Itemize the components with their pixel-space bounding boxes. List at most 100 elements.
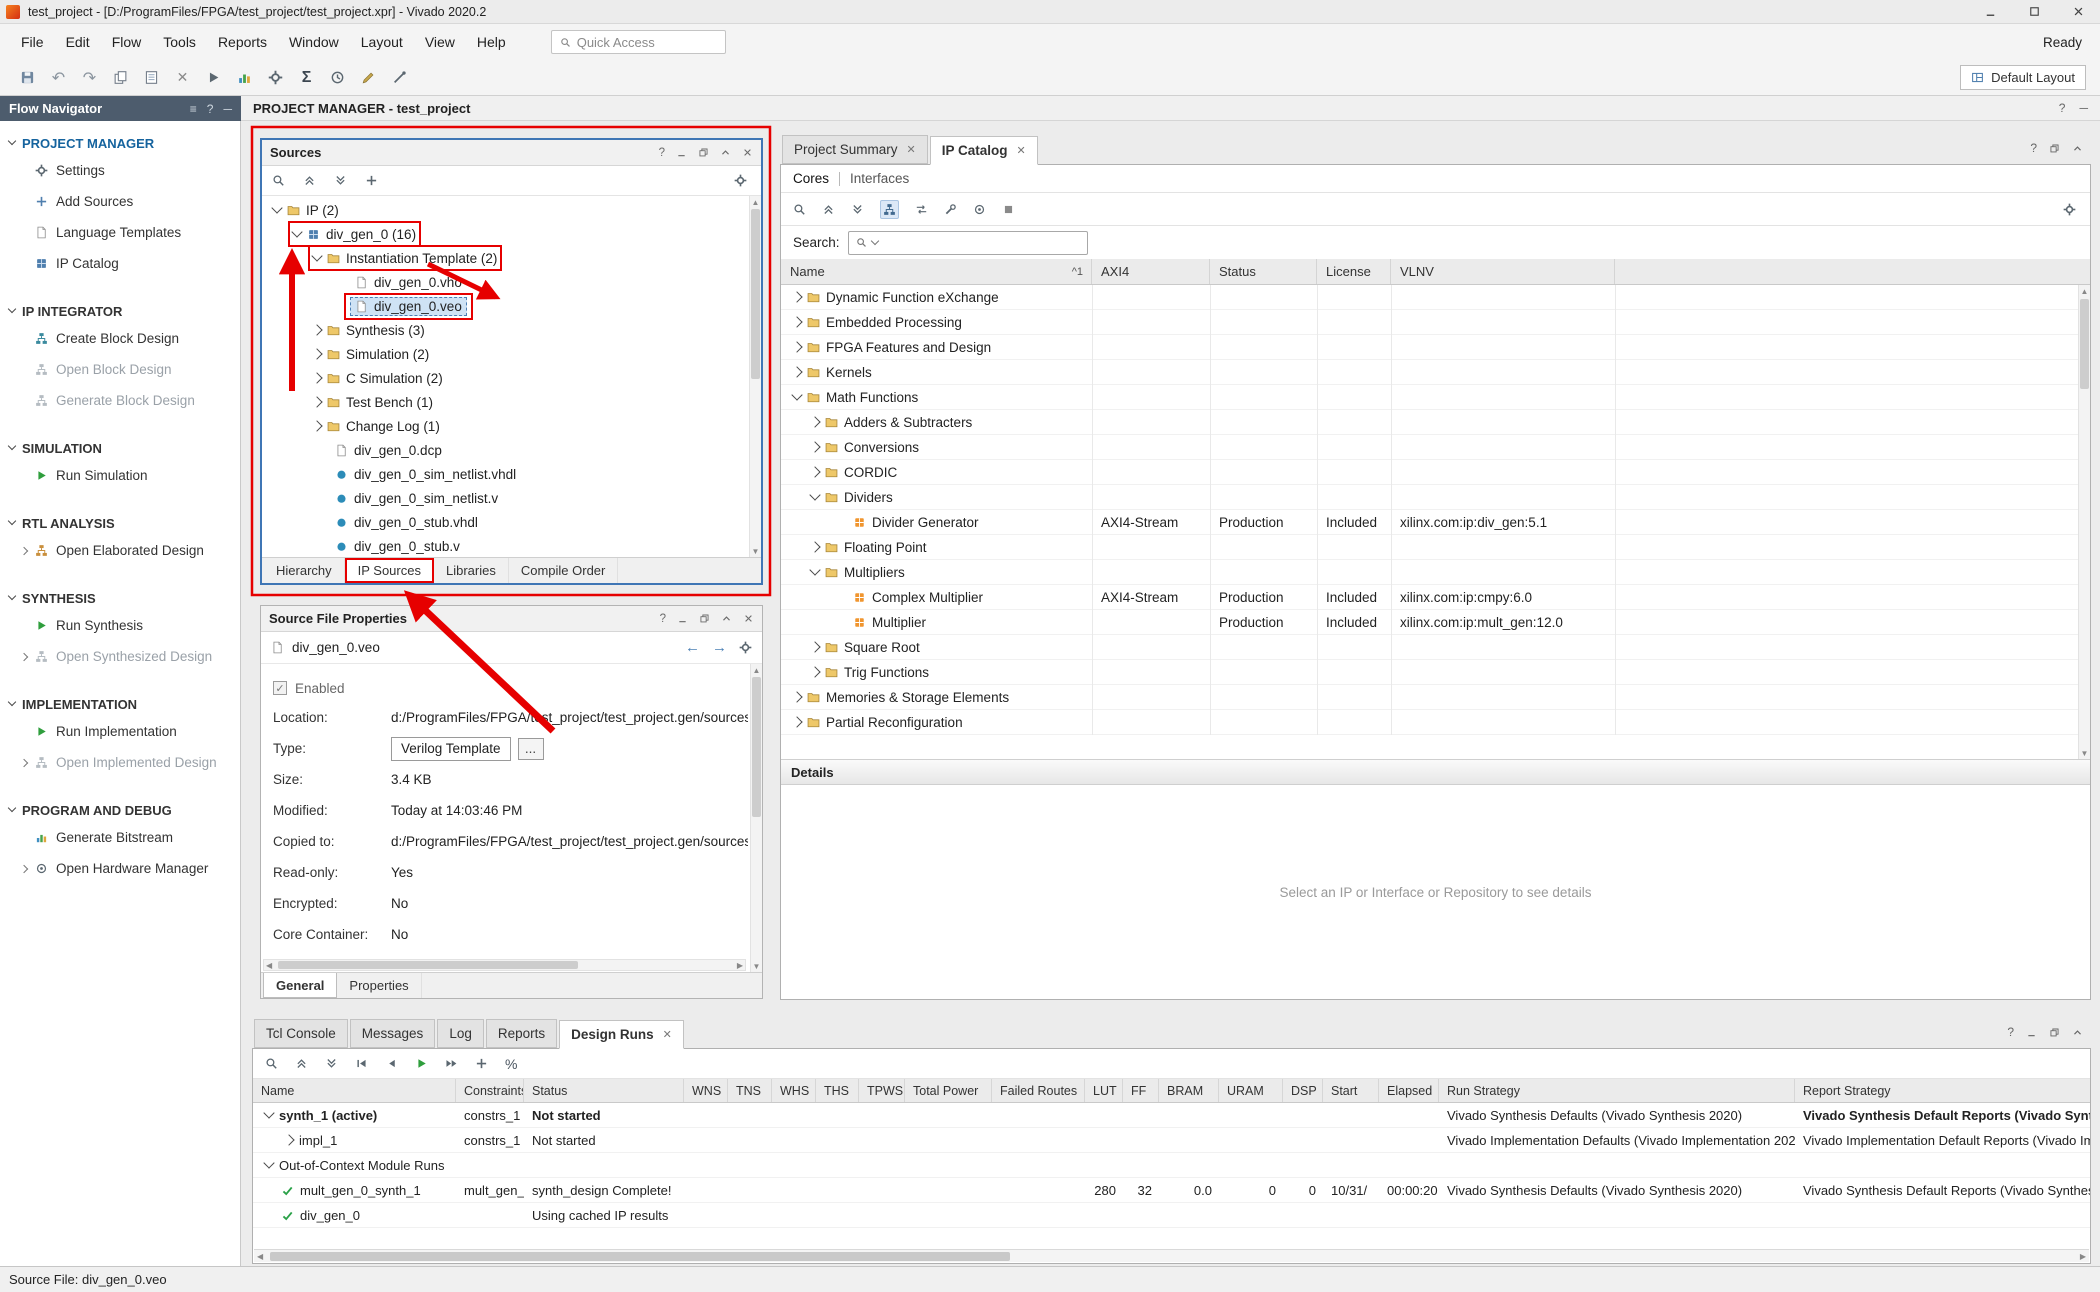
collapse-all-icon[interactable] (303, 174, 316, 187)
wrench-icon[interactable] (944, 203, 957, 216)
chevron-right-icon[interactable] (311, 396, 322, 407)
float-icon[interactable] (698, 147, 709, 158)
fast-forward-icon[interactable] (445, 1057, 458, 1070)
help-icon[interactable]: ? (660, 613, 666, 625)
chevron-right-icon[interactable] (791, 316, 802, 327)
column-failed-routes[interactable]: Failed Routes (992, 1079, 1085, 1102)
scroll-up-icon[interactable]: ▲ (2079, 285, 2090, 297)
settings-icon[interactable] (260, 64, 291, 92)
back-icon[interactable]: ← (685, 639, 700, 656)
search-icon[interactable] (272, 174, 285, 187)
column-total-power[interactable]: Total Power (905, 1079, 992, 1102)
chevron-right-icon[interactable] (791, 341, 802, 352)
catalog-row[interactable]: Partial Reconfiguration (781, 710, 2090, 735)
catalog-row-complex-multiplier[interactable]: Complex MultiplierAXI4-StreamProductionI… (781, 585, 2090, 610)
chevron-right-icon[interactable] (20, 652, 28, 660)
section-rtl-analysis[interactable]: RTL ANALYSIS (0, 511, 240, 535)
section-ip-integrator[interactable]: IP INTEGRATOR (0, 299, 240, 323)
column-dsp[interactable]: DSP (1283, 1079, 1323, 1102)
chevron-down-icon[interactable] (311, 250, 322, 261)
scroll-down-icon[interactable]: ▼ (750, 545, 761, 557)
redo-icon[interactable]: ↷ (74, 64, 105, 92)
close-icon[interactable] (742, 147, 753, 158)
section-program-and-debug[interactable]: PROGRAM AND DEBUG (0, 798, 240, 822)
minimize-icon[interactable] (677, 613, 688, 624)
tab-compile-order[interactable]: Compile Order (509, 558, 619, 583)
flownav-create-block-design[interactable]: Create Block Design (0, 323, 240, 354)
chart-icon[interactable] (229, 64, 260, 92)
catalog-row[interactable]: Memories & Storage Elements (781, 685, 2090, 710)
maximize-icon[interactable] (2012, 0, 2056, 23)
tree-item-div-gen-0-vho[interactable]: div_gen_0.vho (262, 270, 761, 294)
tree-item-test-bench[interactable]: Test Bench (1) (262, 390, 761, 414)
chevron-down-icon[interactable] (263, 1158, 274, 1169)
run-row-mult-gen-0-synth-1[interactable]: mult_gen_0_synth_1 mult_gen_0 synth_desi… (253, 1178, 2090, 1203)
chevron-right-icon[interactable] (311, 420, 322, 431)
flownav-run-simulation[interactable]: Run Simulation (0, 460, 240, 491)
float-icon[interactable] (699, 613, 710, 624)
chevron-down-icon[interactable] (870, 236, 878, 244)
enabled-checkbox[interactable]: ✓ (273, 681, 287, 695)
column-uram[interactable]: URAM (1219, 1079, 1283, 1102)
delete-icon[interactable]: ✕ (167, 64, 198, 92)
scroll-right-icon[interactable]: ▶ (2080, 1252, 2086, 1261)
undo-icon[interactable]: ↶ (43, 64, 74, 92)
sfp-horizontal-scrollbar[interactable]: ◀ ▶ (263, 959, 746, 971)
tree-item-div-gen-0[interactable]: div_gen_0 (16) (262, 222, 761, 246)
chevron-right-icon[interactable] (809, 666, 820, 677)
tab-ip-catalog[interactable]: IP Catalog✕ (930, 136, 1038, 165)
scroll-down-icon[interactable]: ▼ (2079, 747, 2090, 759)
chevron-right-icon[interactable] (311, 324, 322, 335)
column-elapsed[interactable]: Elapsed (1379, 1079, 1439, 1102)
collapse-icon[interactable] (2072, 143, 2083, 154)
column-wns[interactable]: WNS (684, 1079, 728, 1102)
chevron-right-icon[interactable] (311, 372, 322, 383)
chevron-right-icon[interactable] (283, 1134, 294, 1145)
flownav-run-synthesis[interactable]: Run Synthesis (0, 610, 240, 641)
column-vlnv[interactable]: VLNV (1391, 259, 1615, 284)
chevron-right-icon[interactable] (311, 348, 322, 359)
flownav-generate-bitstream[interactable]: Generate Bitstream (0, 822, 240, 853)
quick-access-search[interactable]: Quick Access (551, 30, 726, 54)
chevron-right-icon[interactable] (791, 291, 802, 302)
layout-select[interactable]: Default Layout (1960, 65, 2086, 90)
sources-scrollbar[interactable]: ▲ ▼ (749, 196, 761, 557)
column-tns[interactable]: TNS (728, 1079, 772, 1102)
column-status[interactable]: Status (1210, 259, 1317, 284)
expand-all-icon[interactable] (325, 1057, 338, 1070)
column-status[interactable]: Status (524, 1079, 684, 1102)
step-back-icon[interactable] (385, 1057, 398, 1070)
tab-general[interactable]: General (263, 973, 337, 998)
section-synthesis[interactable]: SYNTHESIS (0, 586, 240, 610)
tab-project-summary[interactable]: Project Summary✕ (782, 135, 928, 164)
column-whs[interactable]: WHS (772, 1079, 816, 1102)
chevron-down-icon[interactable] (271, 202, 282, 213)
column-axi4[interactable]: AXI4 (1092, 259, 1210, 284)
reset-run-icon[interactable] (355, 1057, 368, 1070)
run-row-div-gen-0[interactable]: div_gen_0 Using cached IP results (253, 1203, 2090, 1228)
flownav-open-hardware-manager[interactable]: Open Hardware Manager (0, 853, 240, 884)
scroll-up-icon[interactable]: ▲ (751, 664, 762, 676)
chevron-right-icon[interactable] (809, 441, 820, 452)
chevron-right-icon[interactable] (791, 691, 802, 702)
chevron-right-icon[interactable] (20, 758, 28, 766)
menu-help[interactable]: Help (466, 34, 517, 50)
column-start[interactable]: Start (1323, 1079, 1379, 1102)
catalog-row[interactable]: Floating Point (781, 535, 2090, 560)
section-project-manager[interactable]: PROJECT MANAGER (0, 131, 240, 155)
column-tpws[interactable]: TPWS (859, 1079, 905, 1102)
bottom-horizontal-scrollbar[interactable]: ◀ ▶ (254, 1249, 2089, 1262)
collapse-icon[interactable] (721, 613, 732, 624)
scroll-left-icon[interactable]: ◀ (266, 961, 272, 970)
column-name[interactable]: Name (253, 1079, 456, 1102)
close-icon[interactable]: ✕ (907, 143, 916, 156)
expand-all-icon[interactable] (334, 174, 347, 187)
chevron-right-icon[interactable] (809, 641, 820, 652)
chevron-down-icon[interactable] (809, 565, 820, 576)
column-license[interactable]: License (1317, 259, 1391, 284)
section-simulation[interactable]: SIMULATION (0, 436, 240, 460)
sum-icon[interactable]: Σ (291, 64, 322, 92)
group-icon[interactable] (915, 203, 928, 216)
collapse-icon[interactable] (720, 147, 731, 158)
tab-ip-sources[interactable]: IP Sources (345, 558, 434, 583)
